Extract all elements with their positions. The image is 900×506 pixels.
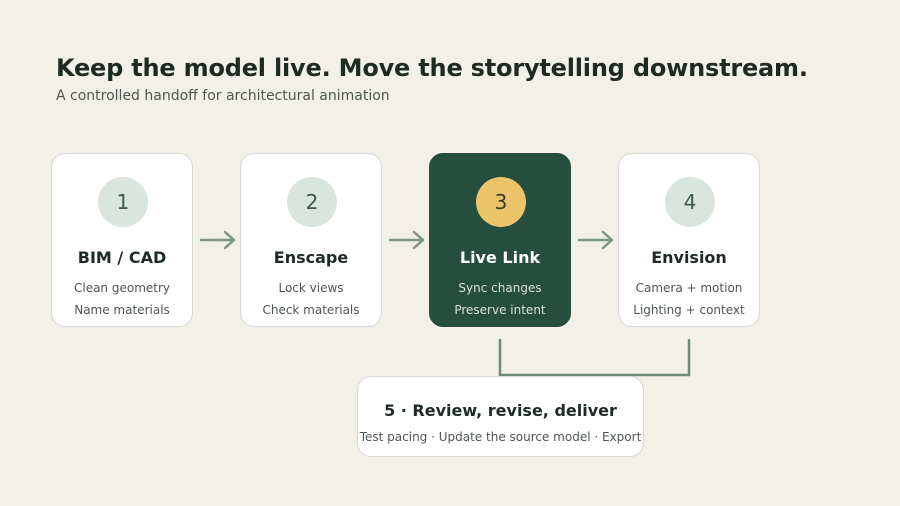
step-title: 5 · Review, revise, deliver — [384, 401, 617, 420]
step-detail: Test pacing · Update the source model · … — [359, 430, 642, 444]
step-card-review: 5 · Review, revise, deliver Test pacing … — [357, 376, 644, 457]
